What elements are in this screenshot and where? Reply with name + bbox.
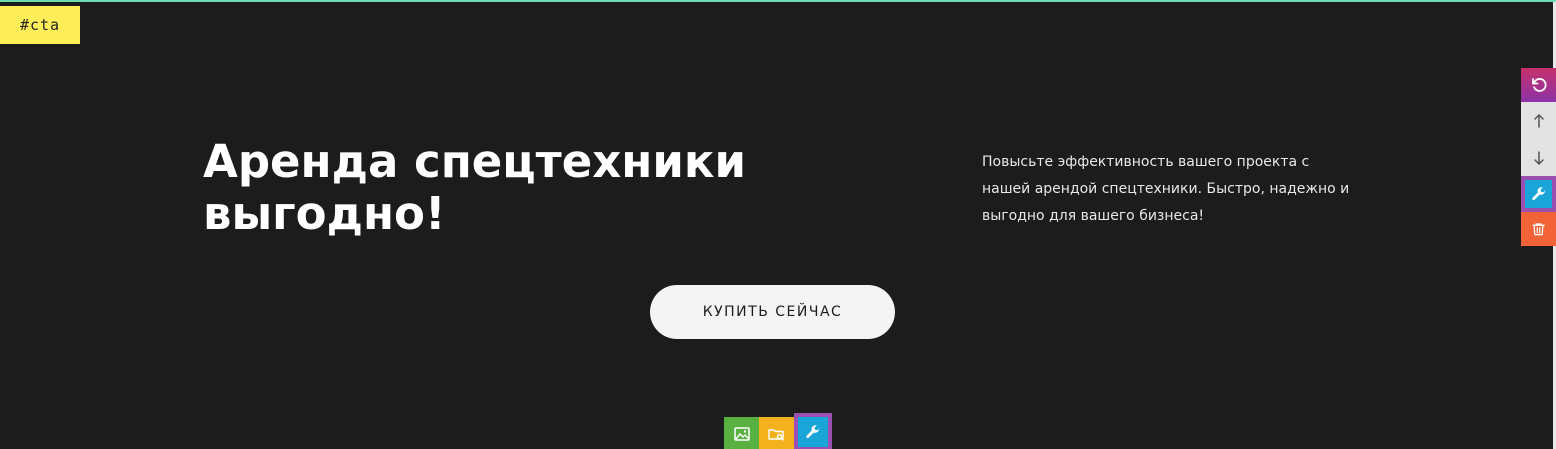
browse-media-button[interactable] — [759, 417, 794, 449]
change-image-button[interactable] — [724, 417, 759, 449]
cta-section: #cta Аренда спецтехники выгодно! Повысьт… — [0, 0, 1556, 449]
move-block-up-button[interactable] — [1521, 102, 1556, 139]
element-bottom-toolbar — [724, 413, 832, 449]
hero-description-line-1: Повысьте эффективность вашего проекта с — [982, 154, 1310, 170]
hero-description-line-2: нашей арендой спецтехники. Быстро, надеж… — [982, 181, 1350, 197]
section-anchor-tag: #cta — [0, 6, 80, 44]
trash-icon — [1531, 221, 1546, 237]
block-settings-button[interactable] — [1521, 176, 1556, 212]
move-block-down-button[interactable] — [1521, 139, 1556, 176]
hero-description: Повысьте эффективность вашего проекта с … — [982, 149, 1372, 230]
reset-block-button[interactable] — [1521, 68, 1556, 102]
block-side-toolbar — [1521, 68, 1556, 246]
hero-description-line-3: выгодно для вашего бизнеса! — [982, 208, 1205, 224]
hero-title-line-2: выгодно! — [203, 187, 446, 240]
hero-title: Аренда спецтехники выгодно! — [203, 136, 803, 240]
wrench-icon — [1531, 186, 1547, 202]
arrow-down-icon — [1533, 150, 1545, 165]
arrow-up-icon — [1533, 113, 1545, 128]
image-icon — [733, 427, 750, 441]
reset-icon — [1530, 76, 1548, 94]
hero-title-line-1: Аренда спецтехники — [203, 135, 746, 188]
element-settings-button[interactable] — [794, 413, 832, 449]
folder-search-icon — [768, 427, 785, 442]
delete-block-button[interactable] — [1521, 212, 1556, 246]
wrench-icon — [805, 424, 821, 440]
buy-now-button[interactable]: КУПИТЬ СЕЙЧАС — [650, 285, 895, 339]
